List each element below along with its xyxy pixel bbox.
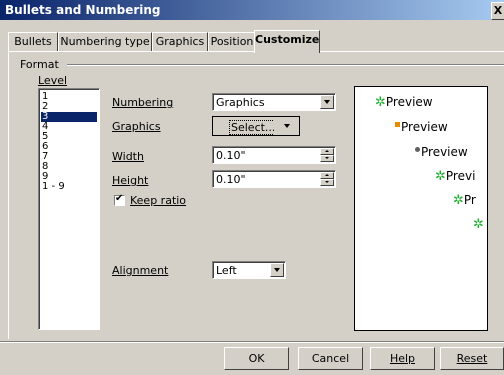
chevron-down-icon[interactable] bbox=[270, 263, 284, 277]
tab-graphics[interactable]: Graphics bbox=[152, 32, 208, 52]
cancel-button[interactable]: Cancel bbox=[298, 347, 363, 370]
level-item[interactable]: 1 - 9 bbox=[42, 182, 97, 192]
preview-line: ✲Previ bbox=[435, 169, 475, 184]
level-item[interactable]: 2 bbox=[42, 102, 97, 112]
tab-customize[interactable]: Customize bbox=[254, 30, 320, 53]
height-label: Height bbox=[112, 174, 149, 187]
close-button[interactable]: X bbox=[491, 2, 504, 20]
spin-down-icon[interactable] bbox=[320, 179, 334, 186]
preview-text: Preview bbox=[421, 145, 468, 159]
height-value: 0.10" bbox=[216, 173, 246, 186]
tab-position[interactable]: Position bbox=[208, 32, 256, 52]
graphics-label: Graphics bbox=[112, 120, 161, 133]
numbering-label: Numbering bbox=[112, 96, 174, 109]
preview-text: Preview bbox=[385, 95, 433, 109]
numbering-value: Graphics bbox=[216, 96, 265, 109]
level-item[interactable]: 6 bbox=[42, 142, 97, 152]
reset-button[interactable]: Reset bbox=[440, 347, 504, 370]
spin-up-icon[interactable] bbox=[320, 148, 334, 155]
gray-ball-icon bbox=[415, 147, 420, 152]
spin-up-icon[interactable] bbox=[320, 172, 334, 179]
preview-line: ✲Pr bbox=[453, 193, 476, 208]
level-item[interactable]: 7 bbox=[42, 152, 97, 162]
orange-square-icon bbox=[395, 122, 400, 127]
keep-ratio-label[interactable]: Keep ratio bbox=[130, 194, 186, 207]
preview-pane: ✲Preview Preview Preview ✲Previ ✲Pr ✲ bbox=[354, 86, 488, 331]
level-item[interactable]: 1 bbox=[42, 92, 97, 102]
preview-line: ✲Preview bbox=[375, 95, 433, 110]
preview-text: Preview bbox=[401, 120, 448, 134]
alignment-label: Alignment bbox=[112, 264, 169, 277]
star-icon: ✲ bbox=[453, 193, 464, 208]
title-bar: Bullets and Numbering X bbox=[0, 0, 504, 20]
preview-text: Pr bbox=[463, 193, 476, 207]
select-graphics-dropdown-icon[interactable] bbox=[274, 116, 300, 136]
select-graphics-label: Select... bbox=[229, 120, 278, 135]
button-separator bbox=[0, 341, 504, 343]
star-icon: ✲ bbox=[375, 95, 386, 110]
width-spinner[interactable]: 0.10" bbox=[212, 146, 336, 164]
ok-button[interactable]: OK bbox=[224, 347, 289, 370]
window-title: Bullets and Numbering bbox=[5, 3, 161, 17]
width-label: Width bbox=[112, 150, 144, 163]
level-item[interactable]: 8 bbox=[42, 162, 97, 172]
spin-down-icon[interactable] bbox=[320, 155, 334, 162]
tab-numbering-type[interactable]: Numbering type bbox=[58, 32, 152, 52]
preview-line: Preview bbox=[415, 145, 468, 159]
preview-line: Preview bbox=[395, 120, 448, 134]
help-button[interactable]: Help bbox=[370, 347, 435, 370]
numbering-select[interactable]: Graphics bbox=[212, 93, 336, 111]
height-spinner[interactable]: 0.10" bbox=[212, 170, 336, 188]
preview-line: ✲ bbox=[473, 217, 484, 232]
preview-text: Previ bbox=[445, 169, 476, 183]
star-icon: ✲ bbox=[473, 217, 484, 232]
format-group-label: Format bbox=[20, 58, 59, 71]
star-icon: ✲ bbox=[435, 169, 446, 184]
level-item-selected[interactable]: 3 bbox=[41, 112, 97, 122]
alignment-select[interactable]: Left bbox=[212, 261, 286, 279]
alignment-value: Left bbox=[216, 264, 237, 277]
width-value: 0.10" bbox=[216, 149, 246, 162]
level-item[interactable]: 4 bbox=[42, 122, 97, 132]
tab-bullets[interactable]: Bullets bbox=[8, 32, 58, 52]
level-list[interactable]: 1 2 3 4 5 6 7 8 9 1 - 9 bbox=[38, 88, 100, 330]
level-item[interactable]: 5 bbox=[42, 132, 97, 142]
keep-ratio-checkbox[interactable] bbox=[114, 193, 125, 206]
level-label: Level bbox=[38, 74, 68, 87]
format-group-divider bbox=[67, 64, 504, 66]
chevron-down-icon[interactable] bbox=[320, 95, 334, 109]
